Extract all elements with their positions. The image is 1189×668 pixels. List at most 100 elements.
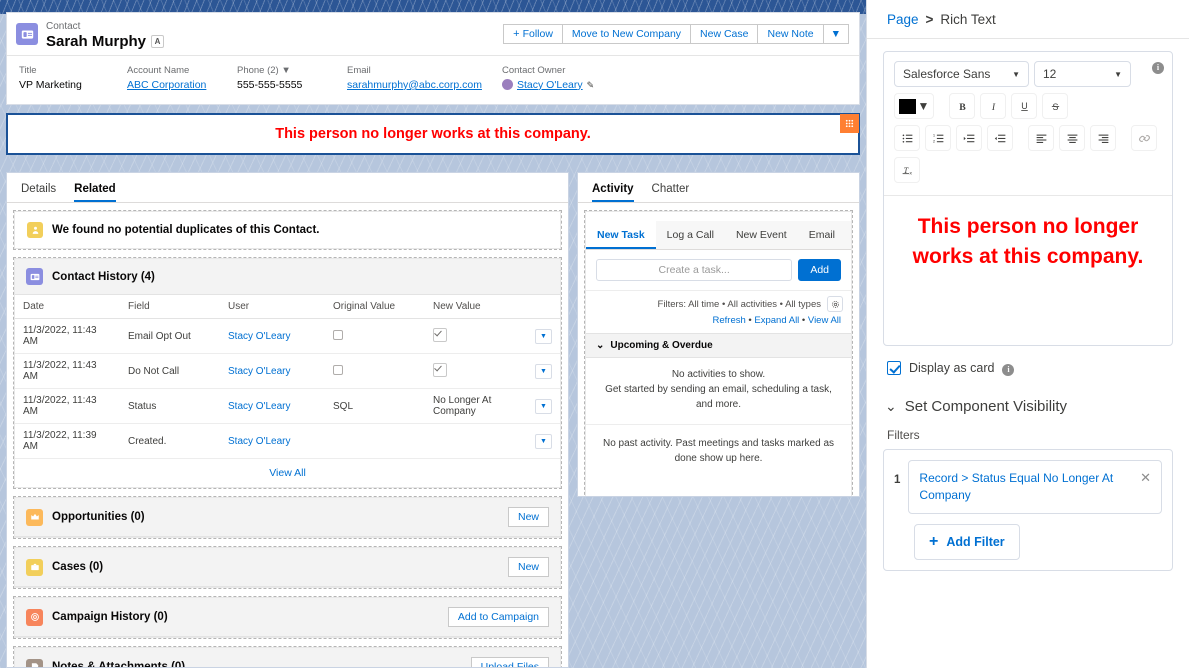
new-case-related-button[interactable]: New [507, 557, 549, 577]
link-icon[interactable] [1131, 125, 1157, 151]
tab-related[interactable]: Related [74, 183, 116, 202]
object-label: Contact [46, 21, 81, 32]
breadcrumb-separator: > [925, 12, 934, 27]
outdent-icon[interactable] [987, 125, 1013, 151]
cell-field: Do Not Call [120, 353, 220, 389]
chevron-down-icon: ▼ [917, 99, 930, 113]
contact-history-card-wrapper: Contact History (4) Date Field User Orig… [13, 257, 562, 489]
add-filter-button[interactable]: + Add Filter [914, 523, 1020, 560]
opportunity-icon [26, 508, 43, 526]
cell-user-link[interactable]: Stacy O'Leary [228, 401, 291, 412]
add-to-campaign-button[interactable]: Add to Campaign [447, 607, 549, 627]
rich-text-content[interactable]: This person no longer works at this comp… [884, 195, 1172, 345]
new-task-row: Add [586, 250, 851, 290]
bold-icon[interactable]: B [949, 93, 975, 119]
svg-text:I: I [990, 101, 995, 112]
remove-formatting-icon[interactable]: Tx [894, 157, 920, 183]
subtab-email[interactable]: Email [798, 221, 846, 249]
campaign-history-title: Campaign History (0) [52, 611, 168, 623]
create-task-input[interactable] [596, 259, 793, 281]
numbered-list-icon[interactable]: 12 [925, 125, 951, 151]
contact-owner-link[interactable]: Stacy O'Leary [517, 78, 583, 92]
subtab-new-event[interactable]: New Event [725, 221, 798, 249]
indent-icon[interactable] [956, 125, 982, 151]
contact-icon [26, 268, 43, 285]
filter-number: 1 [894, 473, 901, 486]
subtab-log-a-call[interactable]: Log a Call [656, 221, 725, 249]
more-actions-button[interactable]: ▼ [822, 24, 849, 44]
font-family-select[interactable]: Salesforce Sans ▼ [894, 61, 1029, 87]
contact-history-view-all-link[interactable]: View All [269, 467, 306, 479]
field-email: Email sarahmurphy@abc.corp.com [347, 65, 502, 105]
follow-button[interactable]: + Follow [503, 24, 563, 44]
column-user[interactable]: User [220, 295, 325, 319]
row-actions-button[interactable]: ▼ [535, 433, 552, 449]
cell-user-link[interactable]: Stacy O'Leary [228, 366, 291, 377]
column-date[interactable]: Date [15, 295, 120, 319]
svg-text:1: 1 [932, 132, 935, 137]
info-icon[interactable]: i [1002, 361, 1015, 376]
cell-original-value [325, 423, 425, 459]
column-new-value[interactable]: New Value [425, 295, 527, 319]
upload-files-header-button[interactable]: Upload Files [470, 657, 549, 667]
contact-history-header: Contact History (4) [15, 259, 560, 295]
column-original-value[interactable]: Original Value [325, 295, 425, 319]
breadcrumb: Page > Rich Text [883, 0, 1173, 38]
cell-new-value [425, 423, 527, 459]
activity-card: New Task Log a Call New Event Email Add … [585, 211, 852, 496]
display-as-card-checkbox[interactable] [887, 361, 901, 376]
tab-activity[interactable]: Activity [592, 183, 634, 202]
gear-icon[interactable] [827, 296, 843, 312]
subtab-new-task[interactable]: New Task [586, 221, 656, 249]
cell-new-value: No Longer At Company [425, 388, 527, 424]
strikethrough-icon[interactable]: S [1042, 93, 1068, 119]
cell-user-link[interactable]: Stacy O'Leary [228, 331, 291, 342]
upcoming-overdue-header[interactable]: ⌄ Upcoming & Overdue [586, 333, 851, 358]
add-task-button[interactable]: Add [798, 259, 841, 281]
cell-user-link[interactable]: Stacy O'Leary [228, 436, 291, 447]
new-case-button[interactable]: New Case [690, 24, 759, 44]
drag-handle-icon[interactable] [840, 114, 859, 133]
breadcrumb-page-link[interactable]: Page [887, 12, 919, 27]
filter-card[interactable]: Record > Status Equal No Longer At Compa… [908, 459, 1162, 514]
align-right-icon[interactable] [1090, 125, 1116, 151]
column-field[interactable]: Field [120, 295, 220, 319]
row-actions-button[interactable]: ▼ [535, 398, 552, 414]
move-to-new-company-button[interactable]: Move to New Company [561, 24, 692, 44]
table-row: 11/3/2022, 11:43 AM Do Not Call Stacy O'… [15, 353, 560, 389]
display-as-card-row: Display as card i [883, 361, 1173, 376]
change-owner-icon[interactable]: ✎ [587, 79, 595, 91]
row-actions-button[interactable]: ▼ [535, 328, 552, 344]
table-header-row: Date Field User Original Value New Value [15, 295, 560, 319]
expand-all-link[interactable]: Expand All [754, 315, 799, 326]
close-icon[interactable]: ✕ [1140, 470, 1151, 484]
tab-chatter[interactable]: Chatter [652, 183, 690, 202]
color-swatch [898, 98, 916, 114]
account-name-link[interactable]: ABC Corporation [127, 79, 206, 91]
properties-panel: Page > Rich Text i Salesforce Sans ▼ 12 … [866, 0, 1189, 668]
checkbox-checked-icon [433, 327, 447, 342]
info-icon[interactable]: i [1152, 59, 1164, 74]
text-color-icon[interactable]: ▼ [894, 93, 934, 119]
row-actions-button[interactable]: ▼ [535, 363, 552, 379]
align-left-icon[interactable] [1028, 125, 1054, 151]
activity-view-all-link[interactable]: View All [808, 315, 841, 326]
table-row: 11/3/2022, 11:43 AM Email Opt Out Stacy … [15, 318, 560, 354]
chevron-down-icon[interactable]: ▼ [281, 65, 290, 76]
new-note-button[interactable]: New Note [757, 24, 824, 44]
set-component-visibility-header[interactable]: ⌄ Set Component Visibility [883, 398, 1173, 415]
bulleted-list-icon[interactable] [894, 125, 920, 151]
tab-details[interactable]: Details [21, 183, 56, 202]
chevron-down-icon: ▼ [1012, 69, 1020, 79]
italic-icon[interactable]: I [980, 93, 1006, 119]
new-opportunity-button[interactable]: New [507, 507, 549, 527]
rich-text-editor: i Salesforce Sans ▼ 12 ▼ ▼ B I U S 1 2 T… [883, 51, 1173, 346]
align-center-icon[interactable] [1059, 125, 1085, 151]
field-title: Title VP Marketing [19, 65, 127, 105]
email-link[interactable]: sarahmurphy@abc.corp.com [347, 79, 482, 91]
font-size-select[interactable]: 12 ▼ [1034, 61, 1131, 87]
refresh-link[interactable]: Refresh [713, 315, 746, 326]
rich-text-banner-component[interactable]: This person no longer works at this comp… [6, 113, 860, 155]
underline-icon[interactable]: U [1011, 93, 1037, 119]
activity-subtabs: New Task Log a Call New Event Email [586, 221, 851, 250]
